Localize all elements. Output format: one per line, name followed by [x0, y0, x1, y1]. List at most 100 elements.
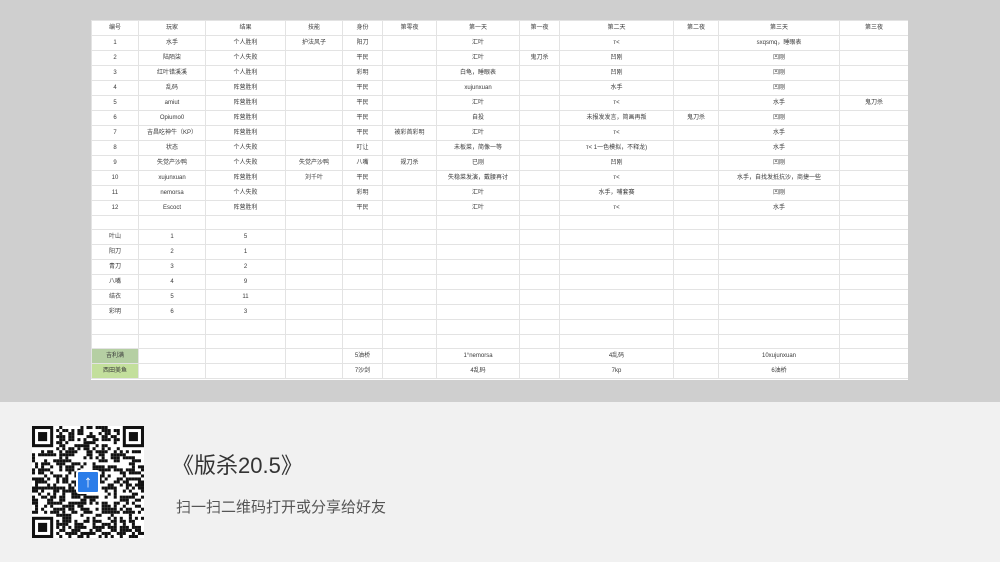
empty-cell[interactable]: [559, 274, 674, 291]
summary-value[interactable]: 5: [205, 229, 286, 246]
empty-cell[interactable]: [436, 289, 520, 306]
summary-label[interactable]: 叶山: [91, 229, 139, 246]
table-cell[interactable]: 4乱码: [559, 348, 674, 365]
qr-code[interactable]: ↑: [32, 426, 144, 538]
empty-cell[interactable]: [718, 244, 840, 261]
empty-cell[interactable]: [436, 274, 520, 291]
table-cell[interactable]: [673, 125, 719, 141]
table-cell[interactable]: 状态: [138, 140, 206, 156]
table-cell[interactable]: [285, 80, 343, 96]
column-header[interactable]: 第三天: [718, 20, 840, 36]
empty-cell[interactable]: [382, 214, 437, 231]
empty-cell[interactable]: [519, 333, 560, 350]
table-cell[interactable]: [519, 363, 560, 380]
empty-cell[interactable]: [519, 289, 560, 306]
empty-cell[interactable]: [839, 319, 908, 335]
empty-cell[interactable]: [382, 319, 437, 335]
table-cell[interactable]: xujunxuan: [138, 170, 206, 186]
column-header[interactable]: 技能: [285, 20, 343, 36]
empty-cell[interactable]: [839, 333, 908, 350]
empty-cell[interactable]: [718, 319, 840, 335]
table-cell[interactable]: 失稳菜发演，戴腰再讨: [436, 170, 520, 186]
table-cell[interactable]: xujunxuan: [436, 80, 520, 96]
empty-cell[interactable]: [839, 289, 908, 306]
table-cell[interactable]: 彩明: [342, 65, 383, 81]
table-cell[interactable]: ᴛ< 1一色模拟，不释龙): [559, 140, 674, 156]
empty-cell[interactable]: [382, 333, 437, 350]
empty-cell[interactable]: [91, 333, 139, 350]
empty-cell[interactable]: [839, 244, 908, 261]
table-cell[interactable]: 5油桥: [342, 348, 383, 365]
table-cell[interactable]: 自投: [436, 110, 520, 126]
table-cell[interactable]: 水手: [718, 200, 840, 216]
table-cell[interactable]: [673, 50, 719, 66]
table-cell[interactable]: 汇叶: [436, 50, 520, 66]
column-header[interactable]: 第三夜: [839, 20, 908, 36]
table-cell[interactable]: 9: [91, 155, 139, 171]
table-cell[interactable]: [673, 200, 719, 216]
empty-cell[interactable]: [718, 214, 840, 231]
table-cell[interactable]: 八嘴: [342, 155, 383, 171]
table-cell[interactable]: 凹刚: [559, 65, 674, 81]
table-cell[interactable]: 阵营胜利: [205, 125, 286, 141]
table-cell[interactable]: [382, 170, 437, 186]
table-cell[interactable]: 5: [91, 95, 139, 111]
empty-cell[interactable]: [342, 244, 383, 261]
summary-label[interactable]: 八嘴: [91, 274, 139, 291]
empty-cell[interactable]: [205, 319, 286, 335]
table-cell[interactable]: Opiumo0: [138, 110, 206, 126]
empty-cell[interactable]: [839, 274, 908, 291]
table-cell[interactable]: [519, 200, 560, 216]
empty-cell[interactable]: [839, 229, 908, 246]
table-cell[interactable]: [382, 95, 437, 111]
empty-cell[interactable]: [839, 304, 908, 321]
table-cell[interactable]: 水手，自找发抵抗沙，商捷一些: [718, 170, 840, 186]
column-header[interactable]: 第一夜: [519, 20, 560, 36]
table-cell[interactable]: [382, 200, 437, 216]
table-cell[interactable]: [839, 140, 908, 156]
empty-cell[interactable]: [285, 289, 343, 306]
table-cell[interactable]: 白龟，睡眼表: [436, 65, 520, 81]
empty-cell[interactable]: [673, 289, 719, 306]
empty-cell[interactable]: [342, 289, 383, 306]
empty-cell[interactable]: [839, 214, 908, 231]
table-cell[interactable]: [839, 50, 908, 66]
summary-label[interactable]: 阳刀: [91, 244, 139, 261]
summary-value[interactable]: 3: [205, 304, 286, 321]
table-cell[interactable]: [285, 65, 343, 81]
table-cell[interactable]: [673, 140, 719, 156]
table-cell[interactable]: 7kp: [559, 363, 674, 380]
table-cell[interactable]: ᴛ<: [559, 125, 674, 141]
empty-cell[interactable]: [519, 274, 560, 291]
table-cell[interactable]: [519, 95, 560, 111]
table-cell[interactable]: [382, 65, 437, 81]
table-cell[interactable]: 失觉产沙鸭: [285, 155, 343, 171]
table-cell[interactable]: 4: [91, 80, 139, 96]
empty-cell[interactable]: [718, 289, 840, 306]
empty-cell[interactable]: [519, 214, 560, 231]
empty-cell[interactable]: [559, 333, 674, 350]
table-cell[interactable]: 未报发发言，简画再叛: [559, 110, 674, 126]
table-cell[interactable]: ᴛ<: [559, 200, 674, 216]
summary-label[interactable]: 彩明: [91, 304, 139, 321]
empty-cell[interactable]: [718, 274, 840, 291]
table-cell[interactable]: 鬼刀杀: [839, 95, 908, 111]
table-cell[interactable]: 6油桥: [718, 363, 840, 380]
table-cell[interactable]: 7沙剑: [342, 363, 383, 380]
table-cell[interactable]: [285, 348, 343, 365]
table-cell[interactable]: 水手: [718, 125, 840, 141]
empty-cell[interactable]: [673, 259, 719, 276]
column-header[interactable]: 玩家: [138, 20, 206, 36]
empty-cell[interactable]: [559, 229, 674, 246]
empty-cell[interactable]: [718, 229, 840, 246]
summary-value[interactable]: 9: [205, 274, 286, 291]
empty-cell[interactable]: [673, 274, 719, 291]
column-header[interactable]: 编号: [91, 20, 139, 36]
table-cell[interactable]: 平民: [342, 95, 383, 111]
empty-cell[interactable]: [436, 259, 520, 276]
empty-cell[interactable]: [91, 214, 139, 231]
table-cell[interactable]: 个人失败: [205, 185, 286, 201]
table-cell[interactable]: [519, 125, 560, 141]
summary-num[interactable]: 5: [138, 289, 206, 306]
empty-cell[interactable]: [285, 319, 343, 335]
